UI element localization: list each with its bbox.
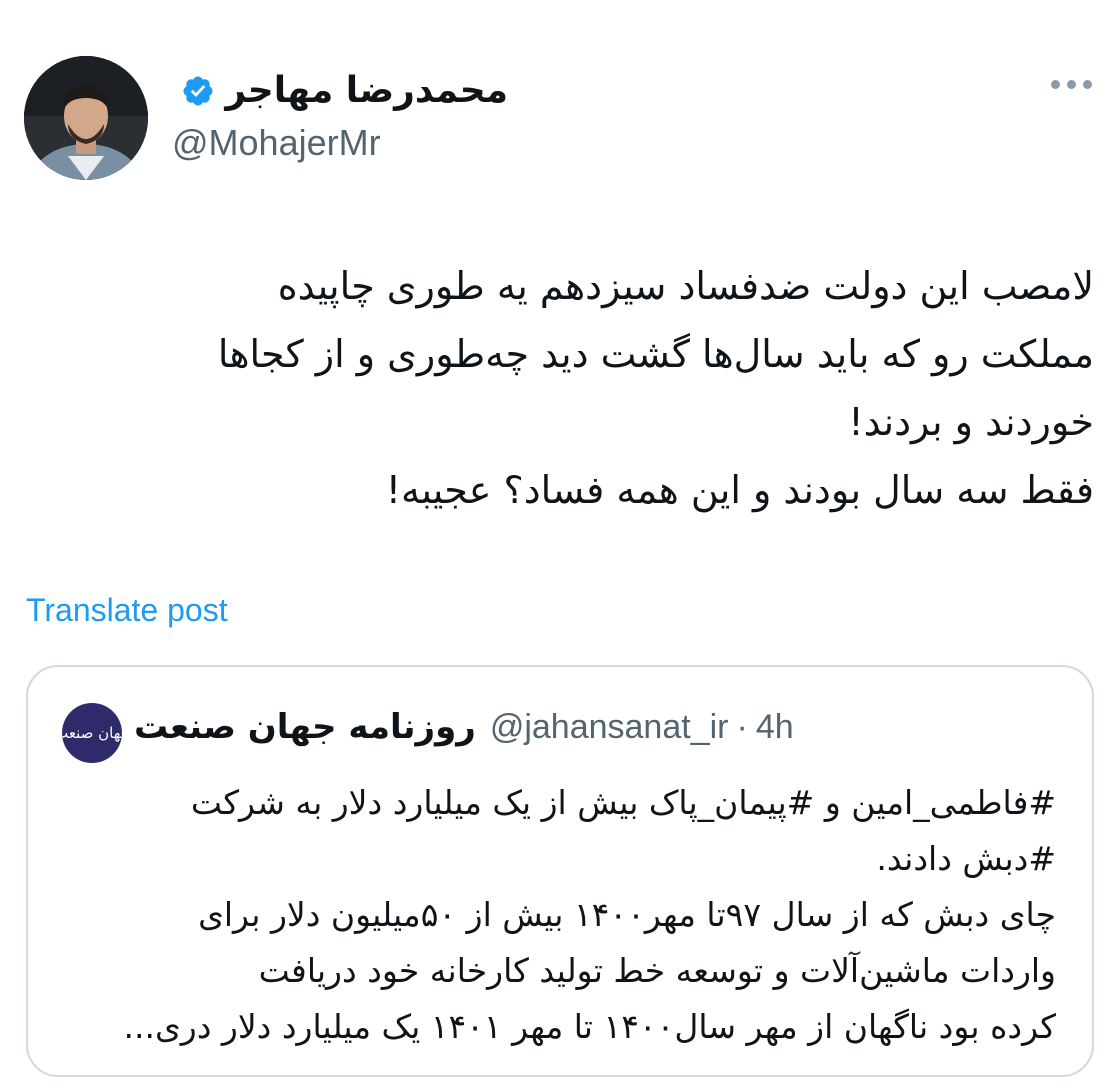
quote-line: واردات ماشین‌آلات و توسعه خط تولید کارخا… bbox=[258, 951, 1056, 990]
tweet-line: فقط سه سال بودند و این همه فساد؟ عجیبه! bbox=[385, 468, 1094, 512]
author-display-name[interactable]: محمدرضا مهاجر bbox=[225, 70, 508, 111]
dot bbox=[1067, 80, 1076, 89]
quote-author-name[interactable]: روزنامه جهان صنعت bbox=[134, 707, 476, 747]
profile-photo bbox=[24, 56, 148, 180]
tweet-line: خوردند و بردند! bbox=[848, 400, 1094, 444]
dot bbox=[1083, 80, 1092, 89]
author-handle[interactable]: @MohajerMr bbox=[172, 122, 381, 164]
quote-line: #دبش دادند. bbox=[876, 839, 1056, 878]
quote-line: چای دبش که از سال ۹۷تا مهر۱۴۰۰ بیش از ۵۰… bbox=[198, 895, 1056, 934]
quote-timestamp[interactable]: 4h bbox=[756, 708, 794, 747]
quote-header: روزنامه جهان صنعت @jahansanat_ir · 4h bbox=[134, 707, 794, 747]
quote-line: #فاطمی_امین و #پیمان_پاک بیش از یک میلیا… bbox=[190, 783, 1056, 822]
quote-text: #فاطمی_امین و #پیمان_پاک بیش از یک میلیا… bbox=[56, 775, 1056, 1055]
dot bbox=[1051, 80, 1060, 89]
quote-separator: · bbox=[736, 707, 748, 746]
tweet-line: لامصب این دولت ضدفساد سیزدهم یه طوری چاپ… bbox=[277, 264, 1094, 308]
quote-author-avatar[interactable]: جهان صنعت bbox=[62, 703, 122, 763]
quote-line: کرده بود ناگهان از مهر سال۱۴۰۰ تا مهر ۱۴… bbox=[123, 1007, 1056, 1046]
ellipsis-horizontal-icon[interactable] bbox=[1051, 80, 1092, 89]
tweet-line: مملکت رو که باید سال‌ها گشت دید چه‌طوری … bbox=[217, 332, 1094, 376]
author-name-row[interactable]: محمدرضا مهاجر bbox=[181, 70, 508, 111]
tweet: محمدرضا مهاجر @MohajerMr لامصب این دولت … bbox=[0, 0, 1120, 1089]
tweet-text: لامصب این دولت ضدفساد سیزدهم یه طوری چاپ… bbox=[34, 252, 1094, 524]
author-avatar[interactable] bbox=[24, 56, 148, 180]
quoted-tweet-card[interactable]: جهان صنعت روزنامه جهان صنعت @jahansanat_… bbox=[26, 665, 1094, 1077]
verified-badge-icon bbox=[181, 74, 215, 108]
translate-post-link[interactable]: Translate post bbox=[26, 592, 228, 629]
quote-author-handle[interactable]: @jahansanat_ir bbox=[490, 708, 729, 747]
